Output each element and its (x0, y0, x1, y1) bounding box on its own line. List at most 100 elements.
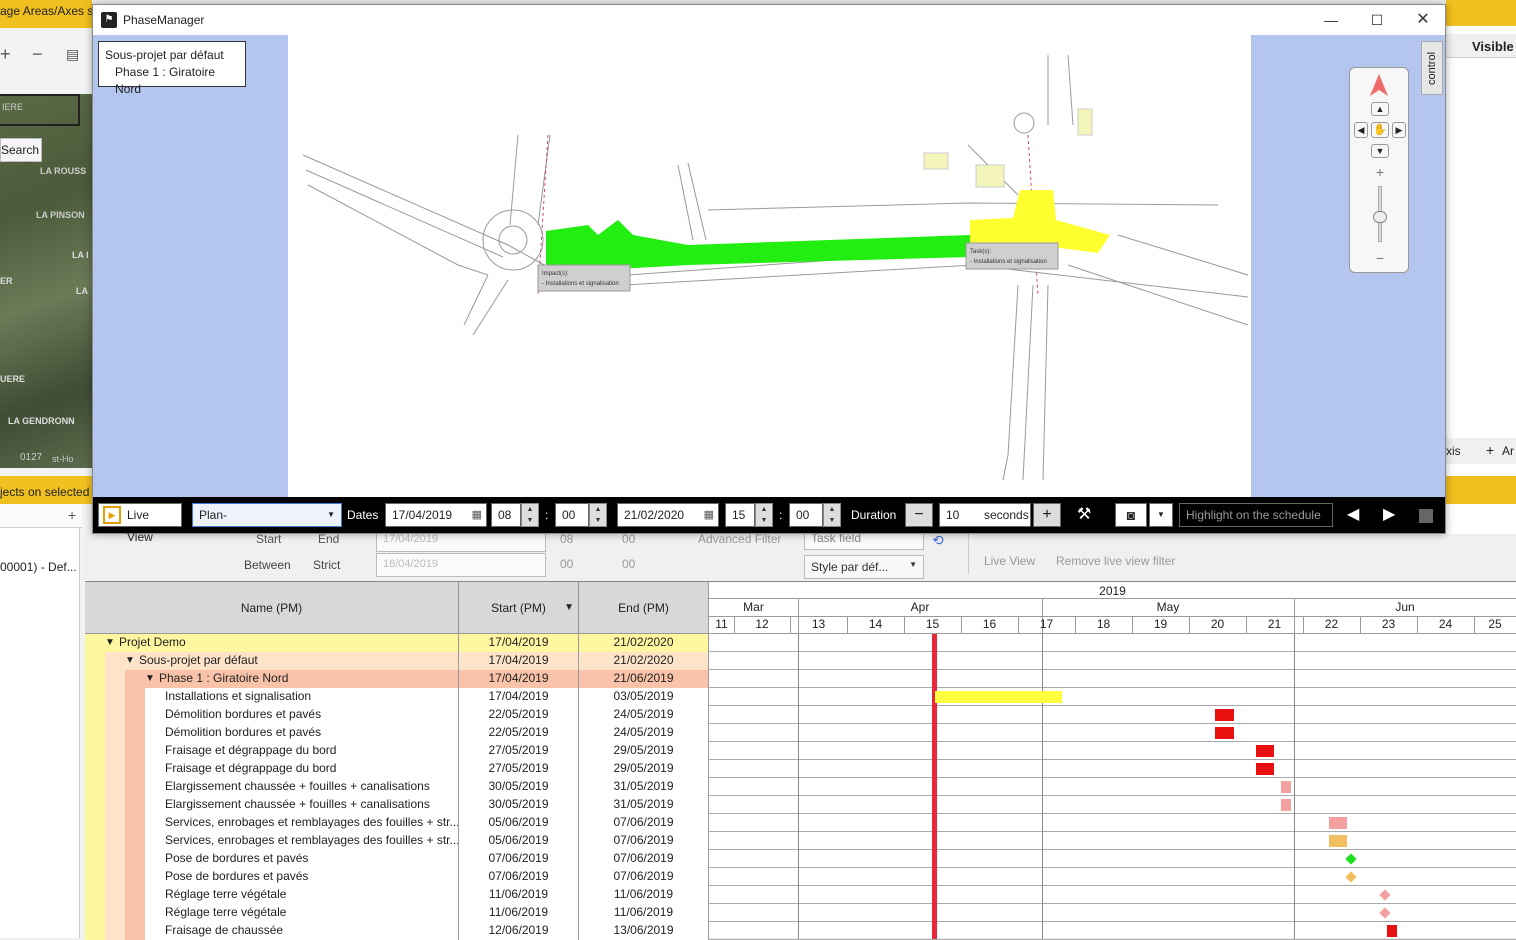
zoom-out-icon[interactable]: − (1373, 251, 1387, 266)
advanced-filter-button[interactable]: Advanced Filter (698, 532, 781, 546)
filter-hour2[interactable]: 00 (560, 557, 573, 571)
expand-toggle-icon[interactable]: ▼ (145, 670, 155, 687)
camera-dropdown-button[interactable]: ▼ (1149, 503, 1173, 527)
task-bar[interactable] (1256, 763, 1274, 775)
table-row[interactable]: Fraisage de chaussée 12/06/2019 13/06/2019 (85, 922, 709, 940)
filter-strict-option[interactable]: Strict (313, 558, 340, 572)
task-bar[interactable] (1329, 835, 1347, 847)
start-hour-field[interactable]: 08 (491, 503, 521, 527)
calendar-icon[interactable]: ▦ (704, 504, 714, 526)
filter-minute1[interactable]: 00 (622, 532, 635, 546)
table-row[interactable]: Démolition bordures et pavés 22/05/2019 24… (85, 706, 709, 724)
table-row[interactable]: Services, enrobages et remblayages des f… (85, 832, 709, 850)
table-row[interactable]: Fraisage et dégrappage du bord 27/05/2019… (85, 742, 709, 760)
table-row[interactable]: Réglage terre végétale 11/06/2019 11/06/20… (85, 886, 709, 904)
stop-icon[interactable] (1419, 509, 1433, 523)
pan-hand-icon[interactable]: ✋ (1371, 122, 1389, 138)
table-row[interactable]: Démolition bordures et pavés 22/05/2019 24… (85, 724, 709, 742)
remove-live-view-filter-button[interactable]: Remove live view filter (1056, 554, 1175, 568)
task-bar[interactable] (1281, 781, 1291, 793)
previous-icon[interactable]: ◀ (1347, 503, 1359, 527)
maximize-button[interactable]: ☐ (1354, 5, 1400, 35)
add-axis-label[interactable]: Ar (1502, 444, 1514, 458)
style-dropdown[interactable]: Style par déf... ▼ (804, 555, 924, 579)
plan-select[interactable]: Plan- ▼ (192, 503, 342, 527)
table-row[interactable]: Réglage terre végétale 11/06/2019 11/06/20… (85, 904, 709, 922)
tree-item[interactable]: 00001) - Def... (0, 560, 77, 574)
map-viewport[interactable]: Impact(s): - Installations et signalisat… (93, 35, 1445, 497)
close-button[interactable]: ✕ (1400, 5, 1446, 35)
table-row[interactable]: Elargissement chaussée + fouilles + cana… (85, 796, 709, 814)
filter-date2-field[interactable]: 18/04/2019 (376, 553, 546, 577)
live-view-filter-button[interactable]: Live View (984, 554, 1035, 568)
indent-stripe (105, 742, 125, 760)
filter-minute2[interactable]: 00 (622, 557, 635, 571)
end-minute-field[interactable]: 00 (789, 503, 823, 527)
control-tab[interactable]: control (1421, 41, 1443, 95)
expand-toggle-icon[interactable]: ▼ (125, 652, 135, 669)
milestone-diamond[interactable] (1379, 907, 1391, 919)
end-date-field[interactable]: 21/02/2020 ▦ (617, 503, 719, 527)
table-row[interactable]: Elargissement chaussée + fouilles + cana… (85, 778, 709, 796)
task-bar[interactable] (1256, 745, 1274, 757)
expand-toggle-icon[interactable]: ▼ (105, 634, 115, 651)
task-bar[interactable] (1215, 727, 1234, 739)
north-arrow-icon[interactable] (1368, 72, 1390, 98)
next-icon[interactable]: ▶ (1383, 503, 1395, 527)
table-row[interactable]: ▼ Sous-projet par défaut 17/04/2019 21/02/2… (85, 652, 709, 670)
task-bar[interactable] (1329, 817, 1347, 829)
refresh-icon[interactable]: ⟲ (932, 532, 944, 549)
end-hour-stepper[interactable]: ▲ ▼ (755, 503, 773, 527)
pan-down-icon[interactable]: ▼ (1371, 144, 1389, 158)
milestone-diamond[interactable] (1345, 853, 1357, 865)
task-bar[interactable] (1215, 709, 1234, 721)
table-row[interactable]: Pose de bordures et pavés 07/06/2019 07/06… (85, 868, 709, 886)
milestone-diamond[interactable] (1379, 889, 1391, 901)
document-icon[interactable]: ▤ (66, 46, 79, 63)
add-icon[interactable]: + (0, 44, 11, 65)
start-minute-stepper[interactable]: ▲ ▼ (589, 503, 607, 527)
table-row[interactable]: ▼ Phase 1 : Giratoire Nord 17/04/2019 21/06… (85, 670, 709, 688)
name-column-header[interactable]: Name (PM) (85, 582, 459, 634)
end-hour-field[interactable]: 15 (725, 503, 755, 527)
add-icon[interactable]: + (68, 507, 76, 523)
table-row[interactable]: Services, enrobages et remblayages des f… (85, 814, 709, 832)
duration-decrement-button[interactable]: − (905, 503, 933, 527)
table-row[interactable]: Pose de bordures et pavés 07/06/2019 07/06… (85, 850, 709, 868)
start-column-header[interactable]: Start (PM) ▼ (459, 582, 579, 634)
end-minute-stepper[interactable]: ▲ ▼ (823, 503, 841, 527)
minus-icon[interactable]: − (32, 44, 43, 65)
timeline-row-line (709, 759, 1516, 760)
highlight-schedule-button[interactable]: Highlight on the schedule (1179, 503, 1333, 527)
live-view-button[interactable]: ▶ Live View (98, 503, 182, 544)
tools-icon[interactable]: ⚒ (1077, 503, 1091, 527)
start-date-field[interactable]: 17/04/2019 ▦ (385, 503, 487, 527)
zoom-slider-handle[interactable] (1373, 211, 1387, 223)
add-icon[interactable]: + (1486, 442, 1494, 458)
table-row[interactable]: ▼ Projet Demo 17/04/2019 21/02/2020 (85, 634, 709, 652)
start-minute-field[interactable]: 00 (555, 503, 589, 527)
filter-hour1[interactable]: 08 (560, 532, 573, 546)
title-bar[interactable]: ⚑ PhaseManager — ☐ ✕ (93, 5, 1445, 35)
pan-up-icon[interactable]: ▲ (1371, 102, 1389, 116)
duration-field[interactable]: 10 seconds (939, 503, 1031, 527)
minimize-button[interactable]: — (1308, 5, 1354, 35)
end-column-header[interactable]: End (PM) (579, 582, 709, 634)
milestone-diamond[interactable] (1345, 871, 1357, 883)
task-bar[interactable] (1281, 799, 1291, 811)
start-hour-stepper[interactable]: ▲ ▼ (521, 503, 539, 527)
table-row[interactable]: Fraisage et dégrappage du bord 27/05/2019… (85, 760, 709, 778)
timeline-row-line (709, 669, 1516, 670)
background-search-button[interactable]: Search (0, 138, 42, 162)
pan-right-icon[interactable]: ▶ (1392, 122, 1406, 138)
table-row[interactable]: Installations et signalisation 17/04/2019… (85, 688, 709, 706)
row-end-cell: 21/06/2019 (579, 670, 709, 688)
task-bar[interactable] (935, 691, 1062, 703)
filter-between-option[interactable]: Between (244, 558, 291, 572)
calendar-icon[interactable]: ▦ (472, 504, 482, 526)
duration-increment-button[interactable]: + (1033, 503, 1061, 527)
camera-icon[interactable]: ◙ (1115, 503, 1147, 527)
task-bar[interactable] (1387, 925, 1397, 937)
pan-left-icon[interactable]: ◀ (1354, 122, 1368, 138)
zoom-in-icon[interactable]: + (1373, 165, 1387, 180)
